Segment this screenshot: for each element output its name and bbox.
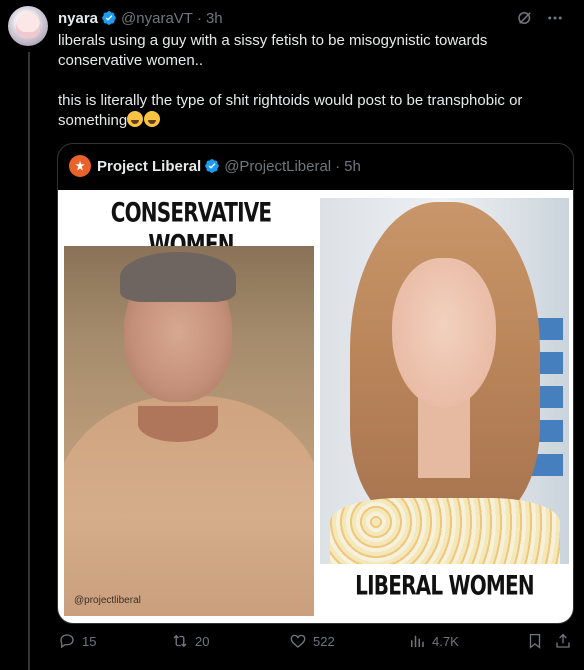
photo-left-neckline [138, 406, 218, 442]
bookmark-icon [529, 633, 541, 649]
quote-image[interactable]: CONSERVATIVE WOMEN @projectliberal LIBER… [58, 190, 573, 623]
views-button[interactable]: 4.7K [408, 632, 459, 650]
reply-count: 15 [82, 633, 97, 649]
verified-badge-icon [205, 159, 220, 173]
tweet-time[interactable]: 3h [206, 10, 223, 27]
header-actions [516, 9, 564, 27]
author-name[interactable]: nyara [58, 10, 98, 27]
separator-dot: · [196, 9, 202, 27]
project-liberal-logo-icon [75, 160, 85, 171]
like-button[interactable]: 522 [289, 632, 335, 650]
photo-right [320, 198, 569, 564]
repost-count: 20 [195, 633, 210, 649]
tweet-text-line1: liberals using a guy with a sissy fetish… [58, 32, 488, 69]
reply-button[interactable]: 15 [58, 632, 96, 650]
repost-icon [173, 634, 187, 648]
views-count: 4.7K [432, 633, 459, 649]
image-watermark: @projectliberal [74, 595, 141, 606]
reply-icon [60, 634, 74, 649]
quote-author-handle[interactable]: @ProjectLiberal [224, 158, 331, 175]
action-bar: 15 20 522 4.7K [58, 632, 574, 656]
like-count: 522 [313, 633, 335, 649]
photo-right-face [392, 258, 496, 408]
share-button[interactable] [554, 632, 572, 650]
quote-time[interactable]: 5h [344, 158, 361, 175]
bookmark-button[interactable] [526, 632, 544, 650]
share-icon [556, 633, 570, 648]
quoted-tweet[interactable]: Project Liberal @ProjectLiberal · 5h CON… [57, 143, 574, 624]
verified-badge-icon [102, 11, 116, 25]
photo-left-hair [120, 252, 236, 302]
avatar[interactable] [8, 6, 48, 46]
views-icon [411, 635, 424, 647]
quote-author-name[interactable]: Project Liberal [97, 158, 201, 175]
photo-left: @projectliberal [64, 246, 314, 616]
photo-right-dress [330, 498, 560, 564]
thread-line [28, 52, 30, 670]
tweet-text: liberals using a guy with a sissy fetish… [58, 31, 566, 131]
author-handle[interactable]: @nyaraVT [121, 10, 193, 27]
quote-header: Project Liberal @ProjectLiberal · 5h [69, 155, 361, 177]
loudly-crying-emoji-icon [127, 111, 144, 127]
quote-avatar[interactable] [69, 155, 91, 177]
image-right-title: LIBERAL WOMEN [355, 568, 534, 602]
separator-dot: · [335, 157, 341, 175]
loudly-crying-emoji-icon [144, 111, 161, 127]
tweet-header: nyara @nyaraVT · 3h [58, 8, 564, 28]
like-icon [290, 634, 306, 648]
repost-button[interactable]: 20 [171, 632, 209, 650]
more-icon[interactable] [546, 9, 564, 27]
photo-right-neck [418, 398, 470, 478]
grok-icon[interactable] [516, 9, 534, 27]
